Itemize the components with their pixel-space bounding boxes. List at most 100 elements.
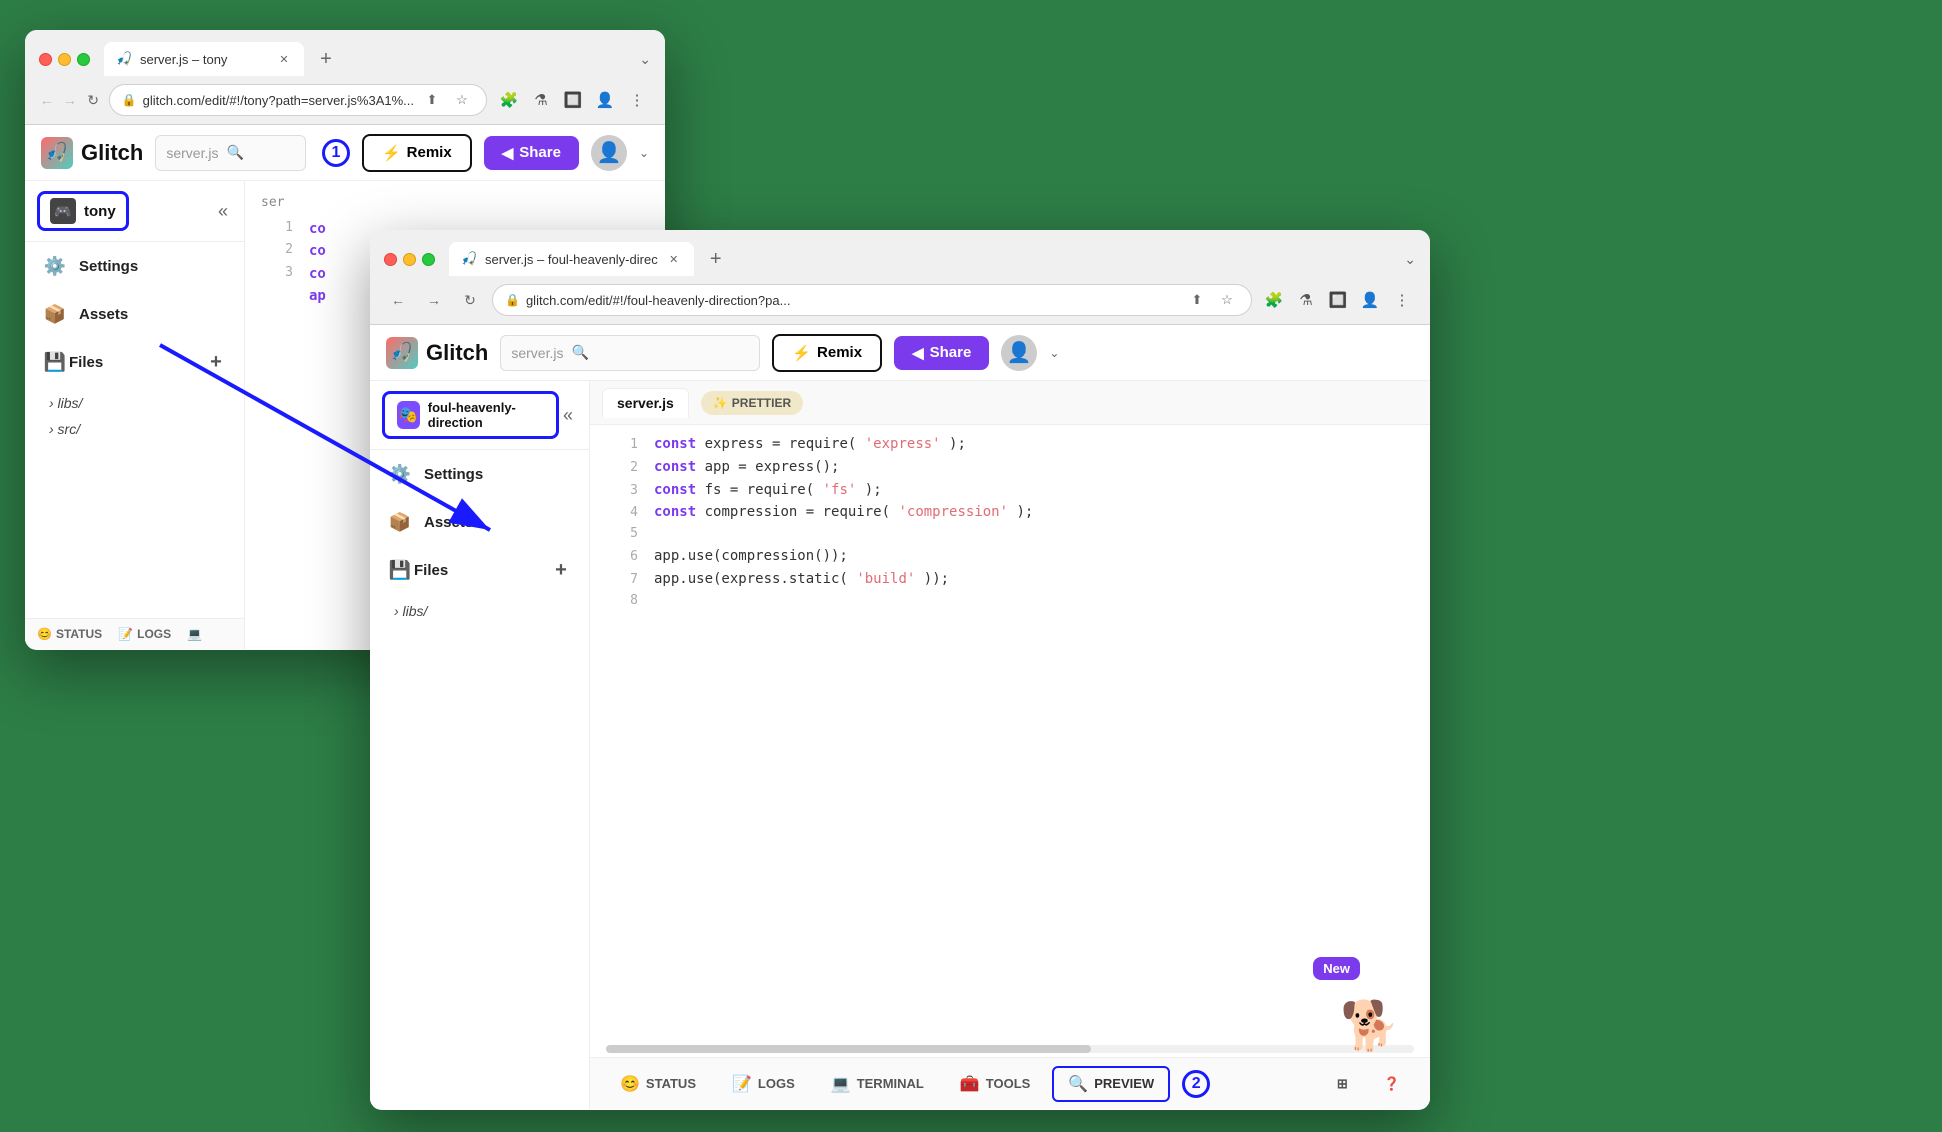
extensions-w1[interactable]: 🧩 xyxy=(495,86,523,114)
file-tree-libs-w1[interactable]: › libs/ xyxy=(25,390,244,416)
remix-button-w2[interactable]: ⚡ Remix xyxy=(772,334,882,372)
tab-close-w2[interactable]: ✕ xyxy=(666,251,682,267)
glitch-header-w2: 🎣 Glitch server.js 🔍 ⚡ Remix ◀ Share 👤 ⌄ xyxy=(370,325,1430,381)
preview-button-w2[interactable]: 🔍 PREVIEW xyxy=(1052,1066,1170,1102)
maximize-button-w2[interactable] xyxy=(422,253,435,266)
address-bar-w1[interactable]: 🔒 glitch.com/edit/#!/tony?path=server.js… xyxy=(109,84,487,116)
remix-icon-w2: ⚡ xyxy=(792,344,811,362)
files-icon-w1: 💾 xyxy=(41,348,69,376)
remix-button-w1[interactable]: ⚡ Remix xyxy=(362,134,472,172)
code-content-4-w2: const compression = require( 'compressio… xyxy=(654,501,1033,523)
new-tab-button-w1[interactable]: + xyxy=(312,45,340,73)
collapse-button-w2[interactable]: « xyxy=(559,401,577,430)
glitch-logo-w2[interactable]: 🎣 Glitch xyxy=(386,337,488,369)
new-tab-button-w2[interactable]: + xyxy=(702,245,730,273)
profile-w2[interactable]: 👤 xyxy=(1356,286,1384,314)
user-avatar-w2[interactable]: 👤 xyxy=(1001,335,1037,371)
logs-button-w1[interactable]: 📝 LOGS xyxy=(118,627,171,641)
share-button-w1[interactable]: ◀ Share xyxy=(484,136,579,170)
sidebar-item-files-w1[interactable]: 💾 Files + xyxy=(25,338,244,386)
search-bar-w1[interactable]: server.js 🔍 xyxy=(155,135,306,171)
sidebar-item-settings-w2[interactable]: ⚙️ Settings xyxy=(370,450,589,498)
bookmark-w2[interactable]: ☆ xyxy=(1215,288,1239,312)
sidebar-item-assets-w1[interactable]: 📦 Assets xyxy=(25,290,244,338)
settings-icon-w1: ⚙️ xyxy=(41,252,69,280)
project-name-box-w1[interactable]: 🎮 tony xyxy=(37,191,129,231)
terminal-button-w1[interactable]: 💻 xyxy=(187,627,202,641)
status-button-w1[interactable]: 😊 STATUS xyxy=(37,627,102,641)
share-button-w2[interactable]: ◀ Share xyxy=(894,336,989,370)
code-rest-3-w2: fs = require( xyxy=(705,482,815,498)
minimize-button-w1[interactable] xyxy=(58,53,71,66)
share-address-w2[interactable]: ⬆ xyxy=(1185,288,1209,312)
code-end-4-w2: ); xyxy=(1016,504,1033,520)
status-button-w2[interactable]: 😊 STATUS xyxy=(606,1068,710,1100)
assets-icon-w2: 📦 xyxy=(386,508,414,536)
code-end-1-w2: ); xyxy=(949,436,966,452)
logs-label-w1: LOGS xyxy=(137,627,171,641)
search-bar-w2[interactable]: server.js 🔍 xyxy=(500,335,760,371)
back-button-w2[interactable]: ← xyxy=(384,286,412,314)
logs-button-w2[interactable]: 📝 LOGS xyxy=(718,1068,809,1100)
help-button-w2[interactable]: ❓ xyxy=(1370,1070,1414,1098)
flask-w2[interactable]: ⚗ xyxy=(1292,286,1320,314)
file-tree-src-w1[interactable]: › src/ xyxy=(25,416,244,442)
address-bar-w2[interactable]: 🔒 glitch.com/edit/#!/foul-heavenly-direc… xyxy=(492,284,1252,316)
extensions-w2[interactable]: 🧩 xyxy=(1260,286,1288,314)
share-icon-w2: ◀ xyxy=(912,344,924,362)
line-num-1-w1: 1 xyxy=(261,218,293,240)
browser-tab-w2[interactable]: 🎣 server.js – foul-heavenly-direc ✕ xyxy=(449,242,694,276)
user-avatar-w1[interactable]: 👤 xyxy=(591,135,627,171)
share-address-w1[interactable]: ⬆ xyxy=(420,88,444,112)
menu-w1[interactable]: ⋮ xyxy=(623,86,651,114)
close-button-w1[interactable] xyxy=(39,53,52,66)
tab-title-w1: server.js – tony xyxy=(140,52,268,67)
add-file-button-w2[interactable]: + xyxy=(549,558,573,582)
line-num-8-w2: 8 xyxy=(606,591,638,612)
terminal-button-w2[interactable]: 💻 TERMINAL xyxy=(817,1068,938,1100)
glitch-logo-w1[interactable]: 🎣 Glitch xyxy=(41,137,143,169)
tools-button-w2[interactable]: 🧰 TOOLS xyxy=(946,1068,1044,1100)
scroll-indicator-w2[interactable] xyxy=(606,1045,1414,1053)
reload-button-w1[interactable]: ↻ xyxy=(85,86,100,114)
close-button-w2[interactable] xyxy=(384,253,397,266)
search-icon-w1: 🔍 xyxy=(226,144,243,161)
prettier-button-w2[interactable]: ✨ PRETTIER xyxy=(701,391,803,415)
code-line-7-w2: 7 app.use(express.static( 'build' )); xyxy=(590,568,1430,591)
sidebar-item-assets-w2[interactable]: 📦 Assets xyxy=(370,498,589,546)
kw-3-w2: const xyxy=(654,482,696,498)
code-kw-2-w1: co xyxy=(309,240,326,262)
tab-close-w1[interactable]: ✕ xyxy=(276,51,292,67)
code-rest-1-w2: express = require( xyxy=(705,436,857,452)
minimize-button-w2[interactable] xyxy=(403,253,416,266)
assets-label-w2: Assets xyxy=(424,514,473,531)
tab-overflow-w1[interactable]: ⌄ xyxy=(639,51,651,68)
avatar-chevron-w2[interactable]: ⌄ xyxy=(1049,346,1059,360)
sidebar-item-settings-w1[interactable]: ⚙️ Settings xyxy=(25,242,244,290)
share-label-w2: Share xyxy=(930,344,972,361)
reload-button-w2[interactable]: ↻ xyxy=(456,286,484,314)
profile-w1[interactable]: 👤 xyxy=(591,86,619,114)
grid-button-w2[interactable]: ⊞ xyxy=(1323,1070,1362,1098)
add-file-button-w1[interactable]: + xyxy=(204,350,228,374)
back-button-w1[interactable]: ← xyxy=(39,86,54,114)
project-name-box-w2[interactable]: 🎭 foul-heavenly-direction xyxy=(382,391,559,439)
code-editor-w2[interactable]: 1 const express = require( 'express' ); … xyxy=(590,425,1430,1041)
sidebar-item-files-w2[interactable]: 💾 Files + xyxy=(370,546,589,594)
menu-w2[interactable]: ⋮ xyxy=(1388,286,1416,314)
file-tree-libs-w2[interactable]: › libs/ xyxy=(370,598,589,624)
avatar-chevron-w1[interactable]: ⌄ xyxy=(639,146,649,160)
tab-search-w2[interactable]: 🔲 xyxy=(1324,286,1352,314)
bookmark-w1[interactable]: ☆ xyxy=(450,88,474,112)
forward-button-w1[interactable]: → xyxy=(62,86,77,114)
forward-button-w2[interactable]: → xyxy=(420,286,448,314)
tools-label-bottom-w2: TOOLS xyxy=(986,1076,1031,1091)
tab-search-w1[interactable]: 🔲 xyxy=(559,86,587,114)
flask-w1[interactable]: ⚗ xyxy=(527,86,555,114)
collapse-button-w1[interactable]: « xyxy=(214,197,232,226)
editor-tab-server-js[interactable]: server.js xyxy=(602,388,689,418)
maximize-button-w1[interactable] xyxy=(77,53,90,66)
tab-overflow-w2[interactable]: ⌄ xyxy=(1404,251,1416,268)
browser-tab-w1[interactable]: 🎣 server.js – tony ✕ xyxy=(104,42,304,76)
line-num-3-w1: 3 xyxy=(261,263,293,285)
